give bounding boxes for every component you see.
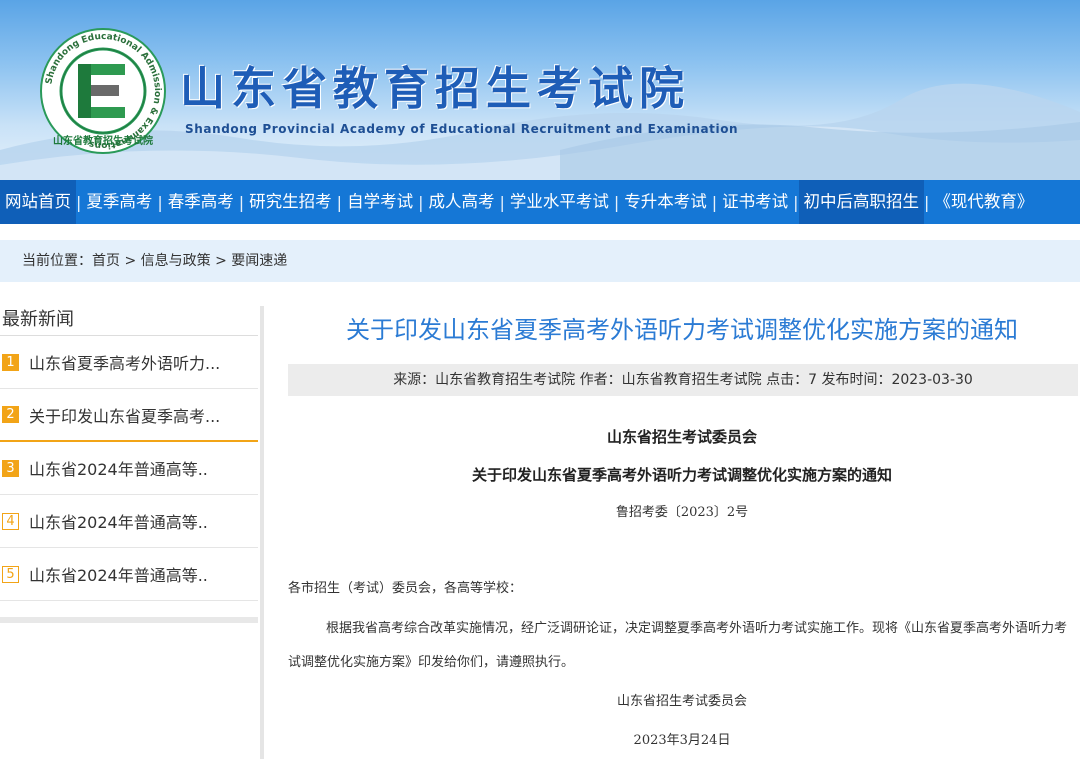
- nav-item-spring-exam[interactable]: 春季高考: [163, 180, 239, 224]
- document-title: 关于印发山东省夏季高考外语听力考试调整优化实施方案的通知: [471, 466, 892, 484]
- rank-badge: 1: [2, 353, 19, 371]
- news-item-title: 关于印发山东省夏季高考...: [29, 406, 221, 426]
- nav-item-home[interactable]: 网站首页: [0, 180, 76, 224]
- document-issuer: 山东省招生考试委员会: [606, 428, 757, 446]
- document-salutation: 各市招生（考试）委员会，各高等学校：: [288, 581, 523, 596]
- nav-separator: |: [613, 192, 620, 212]
- nav-separator: |: [76, 192, 82, 212]
- news-item-title: 山东省2024年普通高等..: [29, 566, 208, 585]
- nav-separator: |: [336, 192, 343, 212]
- sidebar-heading: 最新新闻: [0, 306, 258, 336]
- nav-separator: |: [238, 192, 245, 212]
- nav-item-self-study-exam[interactable]: 自学考试: [342, 180, 418, 224]
- breadcrumb-news-link[interactable]: 要闻速递: [231, 253, 287, 269]
- rank-badge: 2: [2, 406, 19, 423]
- main-nav: 网站首页 | 夏季高考 | 春季高考 | 研究生招考 | 自学考试 | 成人高考…: [0, 180, 1080, 224]
- rank-badge: 4: [2, 512, 19, 530]
- nav-item-graduate-exam[interactable]: 研究生招考: [244, 180, 337, 224]
- sidebar-divider: [0, 617, 258, 623]
- news-item-title: 山东省夏季高考外语听力...: [29, 354, 221, 373]
- rank-badge: 3: [2, 459, 19, 477]
- breadcrumb-separator: >: [210, 253, 232, 269]
- article-title: 关于印发山东省夏季高考外语听力考试调整优化实施方案的通知: [346, 316, 1018, 344]
- rank-badge: 5: [2, 565, 19, 583]
- nav-item-summer-exam[interactable]: 夏季高考: [81, 180, 157, 224]
- nav-item-vocational-enrollment[interactable]: 初中后高职招生: [798, 180, 925, 224]
- document-paragraph: 根据我省高考综合改革实施情况，经广泛调研论证，决定调整夏季高考外语听力考试实施工…: [288, 621, 1068, 670]
- breadcrumb-prefix: 当前位置：: [22, 253, 92, 269]
- nav-separator: |: [711, 192, 718, 212]
- news-list-item[interactable]: 3 山东省2024年普通高等..: [0, 442, 258, 495]
- news-item-title: 山东省2024年普通高等..: [29, 513, 208, 532]
- nav-item-certificate-exam[interactable]: 证书考试: [717, 180, 793, 224]
- nav-item-adult-exam[interactable]: 成人高考: [423, 180, 499, 224]
- news-list-item[interactable]: 5 山东省2024年普通高等..: [0, 548, 258, 601]
- nav-separator: |: [499, 192, 505, 212]
- signature-date: 2023年3月24日: [633, 733, 731, 748]
- nav-item-upgrade-exam[interactable]: 专升本考试: [619, 180, 712, 224]
- header-banner: Shandong Educational Admission & Examina…: [0, 0, 1080, 180]
- nav-separator: |: [418, 192, 424, 212]
- column-divider: [260, 306, 264, 759]
- nav-separator: |: [793, 192, 799, 212]
- news-item-title: 山东省2024年普通高等..: [29, 460, 208, 479]
- site-title: 山东省教育招生考试院: [180, 62, 691, 115]
- nav-item-proficiency-exam[interactable]: 学业水平考试: [505, 180, 614, 224]
- news-list-item[interactable]: 1 山东省夏季高考外语听力...: [0, 336, 258, 389]
- breadcrumb: 当前位置：首页 > 信息与政策 > 要闻速递: [0, 240, 1080, 282]
- logo-bottom-text: 山东省教育招生考试院: [53, 134, 153, 147]
- document-number: 鲁招考委〔2023〕2号: [615, 505, 749, 520]
- nav-separator: |: [157, 192, 163, 212]
- signature-org: 山东省招生考试委员会: [616, 694, 747, 709]
- latest-news-sidebar: 最新新闻 1 山东省夏季高考外语听力... 2 关于印发山东省夏季高考... 3…: [0, 306, 258, 601]
- breadcrumb-policy-link[interactable]: 信息与政策: [141, 253, 211, 269]
- news-list-item[interactable]: 2 关于印发山东省夏季高考...: [0, 389, 258, 442]
- breadcrumb-separator: >: [120, 253, 141, 269]
- nav-item-modern-education[interactable]: 《现代教育》: [929, 180, 1038, 224]
- article-meta: 来源：山东省教育招生考试院 作者：山东省教育招生考试院 点击：7 发布时间：20…: [288, 364, 1078, 396]
- site-logo[interactable]: Shandong Educational Admission & Examina…: [38, 26, 168, 156]
- nav-separator: |: [924, 192, 930, 212]
- news-list-item[interactable]: 4 山东省2024年普通高等..: [0, 495, 258, 548]
- news-list: 1 山东省夏季高考外语听力... 2 关于印发山东省夏季高考... 3 山东省2…: [0, 336, 258, 601]
- site-subtitle: Shandong Provincial Academy of Education…: [185, 122, 739, 136]
- breadcrumb-home-link[interactable]: 首页: [92, 253, 120, 269]
